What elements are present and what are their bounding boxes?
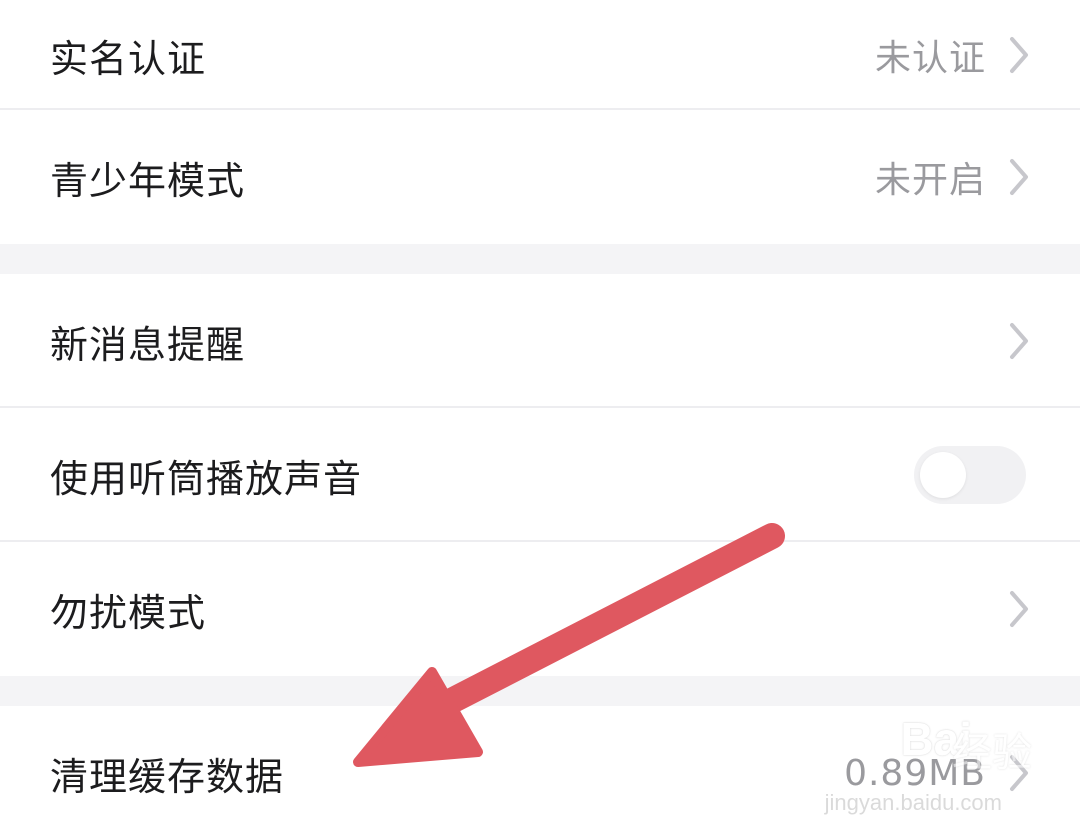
earpiece-playback-toggle[interactable] (914, 446, 1026, 504)
do-not-disturb-row[interactable]: 勿扰模式 (0, 542, 1080, 676)
teen-mode-label: 青少年模式 (50, 158, 246, 203)
chevron-right-icon (1010, 323, 1028, 359)
watermark-url: jingyan.baidu.com (824, 790, 1002, 815)
section-separator (0, 244, 1080, 274)
chevron-right-icon (1010, 159, 1028, 195)
real-name-auth-row[interactable]: 实名认证 未认证 (0, 0, 1080, 110)
chevron-right-icon (1010, 591, 1028, 627)
earpiece-playback-label: 使用听筒播放声音 (50, 456, 363, 501)
clear-cache-label: 清理缓存数据 (50, 754, 285, 799)
teen-mode-status: 未开启 (874, 160, 986, 201)
baidu-jingyan-watermark: Bai 经验 jingyan.baidu.com (822, 708, 1032, 818)
earpiece-playback-row: 使用听筒播放声音 (0, 408, 1080, 542)
settings-group-notifications: 新消息提醒 使用听筒播放声音 勿扰模式 (0, 274, 1080, 676)
do-not-disturb-label: 勿扰模式 (50, 590, 207, 635)
new-message-alert-label: 新消息提醒 (50, 322, 246, 367)
real-name-auth-status: 未认证 (874, 38, 986, 79)
chevron-right-icon (1010, 37, 1028, 73)
new-message-alert-row[interactable]: 新消息提醒 (0, 274, 1080, 408)
toggle-knob (920, 452, 966, 498)
teen-mode-row[interactable]: 青少年模式 未开启 (0, 110, 1080, 244)
settings-group-account: 实名认证 未认证 青少年模式 未开启 (0, 0, 1080, 244)
real-name-auth-label: 实名认证 (50, 36, 207, 81)
section-separator (0, 676, 1080, 706)
watermark-sub: 经验 (952, 730, 1032, 776)
